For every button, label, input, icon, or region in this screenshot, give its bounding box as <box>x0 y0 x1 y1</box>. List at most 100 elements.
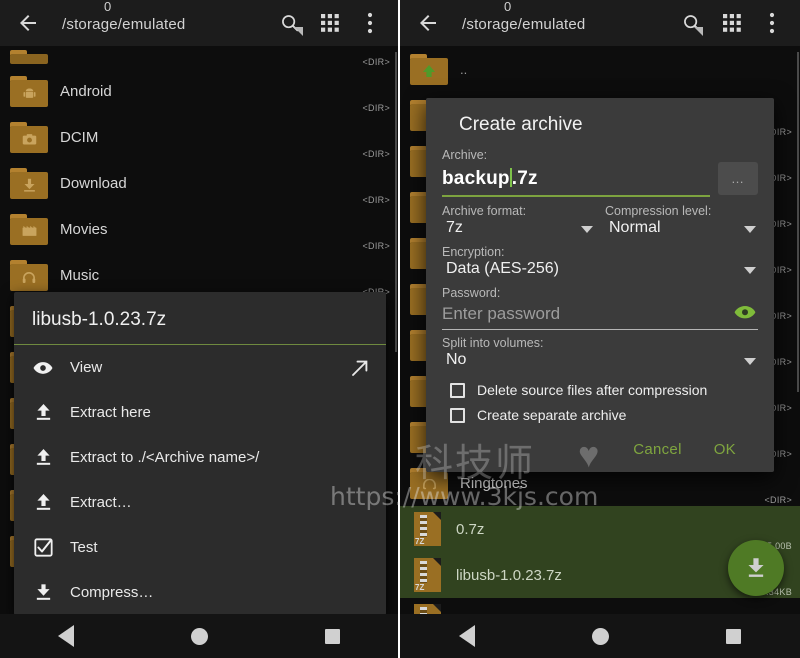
list-item-parent[interactable]: .. <box>400 46 800 92</box>
separate-archive-checkbox[interactable] <box>450 407 465 423</box>
right-app-bar: 0 /storage/emulated <box>400 0 800 46</box>
folder-icon <box>10 50 48 64</box>
arrow-up-right-icon[interactable] <box>350 358 370 378</box>
split-volumes-select[interactable]: No <box>442 350 758 373</box>
chevron-down-icon[interactable] <box>581 226 593 233</box>
menu-item-extract-to-archive-name[interactable]: Extract to ./<Archive name>/ <box>14 435 386 480</box>
menu-item-compress[interactable]: Compress… <box>14 570 386 615</box>
compression-level-select[interactable]: Normal <box>605 218 758 241</box>
separate-archive-checkbox-row[interactable]: Create separate archive <box>442 407 758 423</box>
delete-source-checkbox-row[interactable]: Delete source files after compression <box>442 382 758 398</box>
compress-down-icon <box>30 583 56 602</box>
file-meta: <DIR> <box>362 57 390 67</box>
file-name: Music <box>60 266 100 284</box>
password-input[interactable]: Enter password <box>442 301 758 330</box>
separate-archive-label: Create separate archive <box>477 407 627 423</box>
nav-home-icon[interactable] <box>591 627 609 645</box>
search-icon[interactable] <box>270 3 310 43</box>
browse-button[interactable]: … <box>718 162 758 195</box>
volume-label: 0 <box>504 0 512 14</box>
archive-name-input[interactable]: backup .7z <box>442 166 710 197</box>
archive-7z-icon: 7Z <box>414 512 444 546</box>
nav-back-icon[interactable] <box>458 625 475 647</box>
archive-format-tag: 7Z <box>415 583 425 592</box>
search-icon[interactable] <box>672 3 712 43</box>
right-phone-screen: 0 /storage/emulated .. <DIR> <DIR> <DIR>… <box>400 0 800 658</box>
extract-up-icon <box>30 403 56 422</box>
back-button[interactable] <box>8 3 48 43</box>
chevron-down-icon[interactable] <box>744 267 756 274</box>
archive-label: Archive: <box>442 148 488 162</box>
menu-item-extract-here[interactable]: Extract here <box>14 390 386 435</box>
file-meta: <DIR> <box>362 103 390 113</box>
file-meta: <DIR> <box>362 149 390 159</box>
folder-movies-icon <box>10 213 48 245</box>
eye-icon <box>30 361 56 375</box>
split-volumes-label: Split into volumes: <box>442 336 544 350</box>
archive-name-value-before: backup <box>442 168 510 189</box>
scrollbar-left[interactable] <box>395 52 397 352</box>
list-item[interactable]: Download <DIR> <box>0 160 398 206</box>
menu-item-test[interactable]: Test <box>14 525 386 570</box>
password-placeholder: Enter password <box>442 304 561 323</box>
file-meta: <DIR> <box>362 241 390 251</box>
file-name: DCIM <box>60 128 99 146</box>
folder-android-icon <box>10 75 48 107</box>
folder-camera-icon <box>10 121 48 153</box>
extract-up-icon <box>30 493 56 512</box>
scrollbar-right[interactable] <box>797 52 799 392</box>
dialog-title: Create archive <box>459 114 583 135</box>
more-vertical-icon[interactable] <box>752 3 792 43</box>
ringtone-glyph <box>410 472 448 499</box>
menu-item-label: Extract to ./<Archive name>/ <box>70 449 260 466</box>
encryption-label: Encryption: <box>442 245 505 259</box>
more-vertical-icon[interactable] <box>350 3 390 43</box>
create-archive-dialog: Create archive Archive: backup .7z … Arch… <box>426 98 774 472</box>
download-arrow-icon <box>743 555 769 581</box>
file-meta: <DIR> <box>764 495 792 505</box>
current-path: /storage/emulated <box>62 16 186 33</box>
file-name: Android <box>60 82 112 100</box>
folder-music-icon <box>10 259 48 291</box>
split-volumes-value: No <box>446 351 467 368</box>
archive-context-menu: libusb-1.0.23.7z View Extract here Extra… <box>14 292 386 615</box>
list-item[interactable]: Movies <DIR> <box>0 206 398 252</box>
checkbox-check-icon <box>30 538 56 557</box>
movies-glyph <box>10 218 48 245</box>
archive-7z-icon: 7Z <box>414 558 444 592</box>
back-button[interactable] <box>408 3 448 43</box>
menu-item-view[interactable]: View <box>14 345 386 390</box>
file-name: Movies <box>60 220 108 238</box>
menu-item-label: Test <box>70 539 98 556</box>
nav-recents-icon[interactable] <box>726 628 742 644</box>
path-dropdown-icon[interactable] <box>694 27 703 36</box>
chevron-down-icon[interactable] <box>744 358 756 365</box>
list-item[interactable]: <DIR> <box>0 46 398 68</box>
menu-item-extract-dialog[interactable]: Extract… <box>14 480 386 525</box>
grid-apps-icon[interactable] <box>310 3 350 43</box>
file-name: Download <box>60 174 127 192</box>
path-breadcrumb[interactable]: 0 /storage/emulated <box>48 0 303 46</box>
compression-level-label: Compression level: <box>605 204 712 218</box>
grid-apps-icon[interactable] <box>712 3 752 43</box>
eye-icon[interactable] <box>734 305 756 320</box>
chevron-down-icon[interactable] <box>744 226 756 233</box>
nav-recents-icon[interactable] <box>324 628 340 644</box>
download-fab-button[interactable] <box>728 540 784 596</box>
delete-source-checkbox[interactable] <box>450 382 465 398</box>
cancel-button[interactable]: Cancel <box>633 441 682 458</box>
nav-back-icon[interactable] <box>58 625 75 647</box>
encryption-select[interactable]: Data (AES-256) <box>442 259 758 282</box>
nav-home-icon[interactable] <box>190 627 208 645</box>
context-menu-title: libusb-1.0.23.7z <box>14 292 386 345</box>
ok-button[interactable]: OK <box>714 441 736 458</box>
file-name: libusb-1.0.23.7z <box>456 566 562 584</box>
path-dropdown-icon[interactable] <box>294 27 303 36</box>
list-item[interactable]: Android <DIR> <box>0 68 398 114</box>
path-breadcrumb[interactable]: 0 /storage/emulated <box>448 0 703 46</box>
archive-format-select[interactable]: 7z <box>442 218 595 241</box>
dual-screenshot-container: 0 /storage/emulated <DIR> Android <DIR> … <box>0 0 800 658</box>
up-arrow-glyph <box>410 58 448 85</box>
list-item[interactable]: DCIM <DIR> <box>0 114 398 160</box>
left-navigation-bar <box>0 614 398 658</box>
